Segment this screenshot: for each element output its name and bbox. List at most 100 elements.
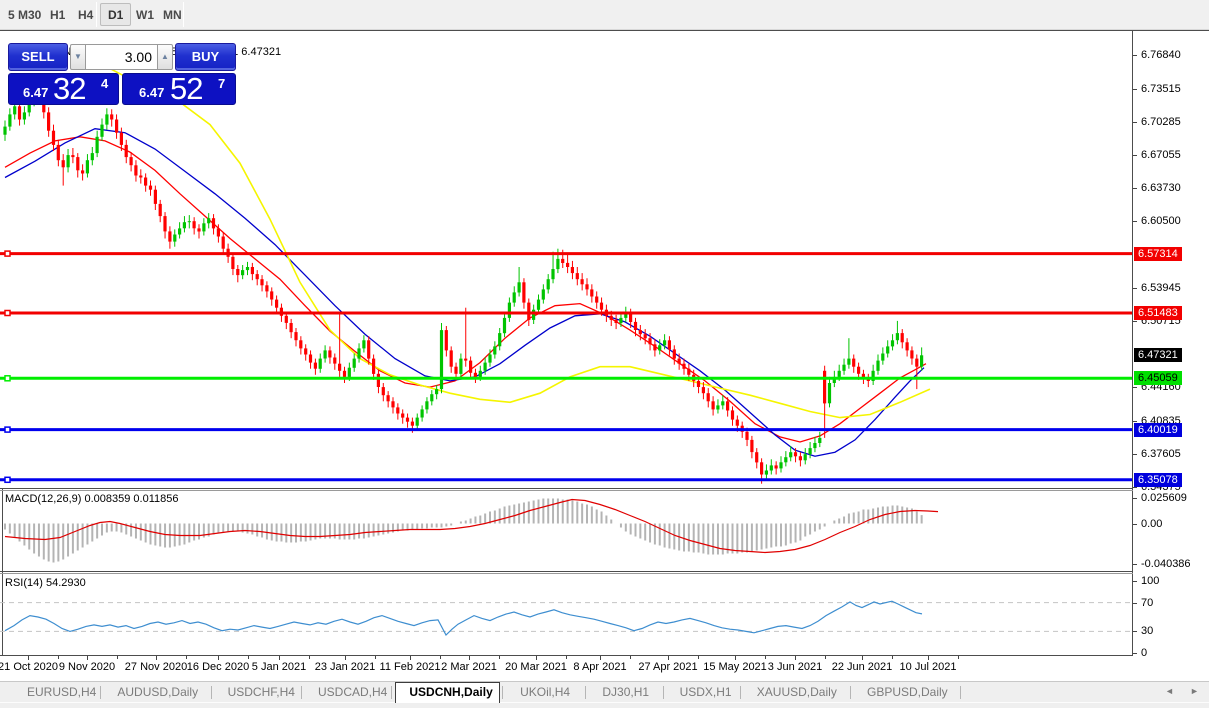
price-tick-mark: [1133, 122, 1137, 123]
price-tick-label: 6.76840: [1141, 49, 1181, 61]
candle-body: [750, 440, 753, 452]
candle-body: [469, 361, 472, 373]
price-tick-mark: [1133, 454, 1137, 455]
bottom-strip: [0, 702, 1209, 708]
candle-body: [86, 160, 89, 173]
candle-body: [304, 348, 307, 354]
sell-price-panel[interactable]: 6.47 32 4: [8, 73, 119, 105]
candle-body: [382, 387, 385, 395]
time-tick-mark-minor: [825, 656, 826, 659]
buy-button[interactable]: BUY: [175, 43, 236, 71]
candle-body: [775, 465, 778, 468]
trading-terminal-window: { "toolbar": { "timeframes": [ {"label":…: [0, 0, 1209, 708]
price-tick-mark: [1133, 89, 1137, 90]
candle-body: [425, 401, 428, 409]
candle-body: [561, 259, 564, 263]
tab-separator: [960, 686, 961, 699]
buy-price-panel[interactable]: 6.47 52 7: [122, 73, 236, 105]
tab-usdchf-h4[interactable]: USDCHF,H4: [215, 683, 300, 703]
time-axis[interactable]: 21 Oct 20209 Nov 202027 Nov 202016 Dec 2…: [0, 656, 1132, 680]
timeframe-button-mn[interactable]: MN: [155, 3, 190, 26]
candle-body: [915, 359, 918, 367]
time-label: 20 Mar 2021: [505, 661, 567, 673]
candle-body: [518, 282, 521, 292]
hline-anchor[interactable]: [5, 376, 10, 381]
tab-separator: [301, 686, 302, 699]
candle-body: [285, 316, 288, 323]
candle-body: [498, 333, 501, 346]
toolbar-separator: [183, 2, 184, 27]
hline-anchor[interactable]: [5, 477, 10, 482]
macd-axis-label: -0.040386: [1141, 558, 1191, 570]
volume-increase-button[interactable]: ▲: [157, 44, 173, 70]
candle-body: [857, 367, 860, 374]
hline-anchor[interactable]: [5, 251, 10, 256]
time-tick-mark: [668, 656, 669, 660]
candle-body: [459, 359, 462, 374]
candle-body: [343, 371, 346, 377]
candle-body: [488, 355, 491, 363]
hline-anchor[interactable]: [5, 427, 10, 432]
rsi-tick-mark: [1133, 581, 1137, 582]
timeframe-button-d1[interactable]: D1: [100, 3, 131, 26]
price-axis[interactable]: 6.768406.735156.702856.670556.637306.605…: [1133, 31, 1209, 656]
price-tick-label: 6.37605: [1141, 448, 1181, 460]
tab-gbpusd-daily[interactable]: GBPUSD,Daily: [854, 683, 959, 703]
candle-body: [362, 340, 365, 348]
price-tick-mark: [1133, 288, 1137, 289]
candle-body: [581, 279, 584, 284]
candle-body: [634, 322, 637, 330]
sell-price-prefix: 6.47: [23, 85, 48, 100]
candle-body: [576, 273, 579, 279]
tab-scroll-right-icon[interactable]: ►: [1190, 686, 1199, 696]
candle-body: [260, 279, 263, 285]
time-tick-mark: [345, 656, 346, 660]
tab-separator: [211, 686, 212, 699]
tab-audusd-daily[interactable]: AUDUSD,Daily: [104, 683, 209, 703]
sell-price-pip: 4: [101, 76, 108, 91]
candle-body: [585, 284, 588, 289]
price-tick-mark: [1133, 321, 1137, 322]
candle-body: [125, 145, 128, 157]
candle-body: [513, 292, 516, 302]
candle-body: [18, 106, 21, 119]
candle-body: [653, 344, 656, 350]
tab-xauusd-daily[interactable]: XAUUSD,Daily: [744, 683, 849, 703]
candle-body: [241, 270, 244, 275]
candle-body: [62, 160, 65, 167]
tab-dj30-h1[interactable]: DJ30,H1: [589, 683, 661, 703]
tab-eurusd-h4[interactable]: EURUSD,H4: [14, 683, 99, 703]
tab-usdcad-h4[interactable]: USDCAD,H4: [305, 683, 390, 703]
tab-ukoil-h4[interactable]: UKOil,H4: [506, 683, 585, 703]
time-tick-mark-minor: [958, 656, 959, 659]
timeframe-button-h1[interactable]: H1: [42, 3, 73, 26]
time-tick-mark: [600, 656, 601, 660]
time-tick-mark: [156, 656, 157, 660]
candle-body: [294, 332, 297, 340]
candle-body: [120, 133, 123, 145]
candle-body: [139, 176, 142, 178]
candle-body: [324, 350, 327, 358]
candle-body: [484, 363, 487, 371]
candle-body: [687, 369, 690, 375]
tab-scroll-left-icon[interactable]: ◄: [1165, 686, 1174, 696]
volume-decrease-button[interactable]: ▼: [70, 44, 86, 70]
candle-body: [716, 405, 719, 409]
tab-usdx-h1[interactable]: USDX,H1: [667, 683, 739, 703]
candle-body: [67, 155, 70, 167]
time-label: 11 Feb 2021: [380, 661, 441, 673]
candle-body: [828, 383, 831, 403]
toolbar-separator: [96, 2, 97, 27]
sell-button[interactable]: SELL: [8, 43, 68, 71]
candle-body: [838, 371, 841, 377]
tab-usdcnh-daily[interactable]: USDCNH,Daily: [395, 682, 500, 703]
candle-body: [401, 414, 404, 418]
candle-body: [673, 349, 676, 358]
candle-body: [809, 448, 812, 454]
time-tick-mark: [410, 656, 411, 660]
volume-input[interactable]: 3.00: [86, 44, 157, 70]
hline-anchor[interactable]: [5, 311, 10, 316]
rsi-axis-label: 100: [1141, 575, 1159, 587]
macd-axis-label: 0.025609: [1141, 492, 1187, 504]
time-tick-mark-minor: [630, 656, 631, 659]
